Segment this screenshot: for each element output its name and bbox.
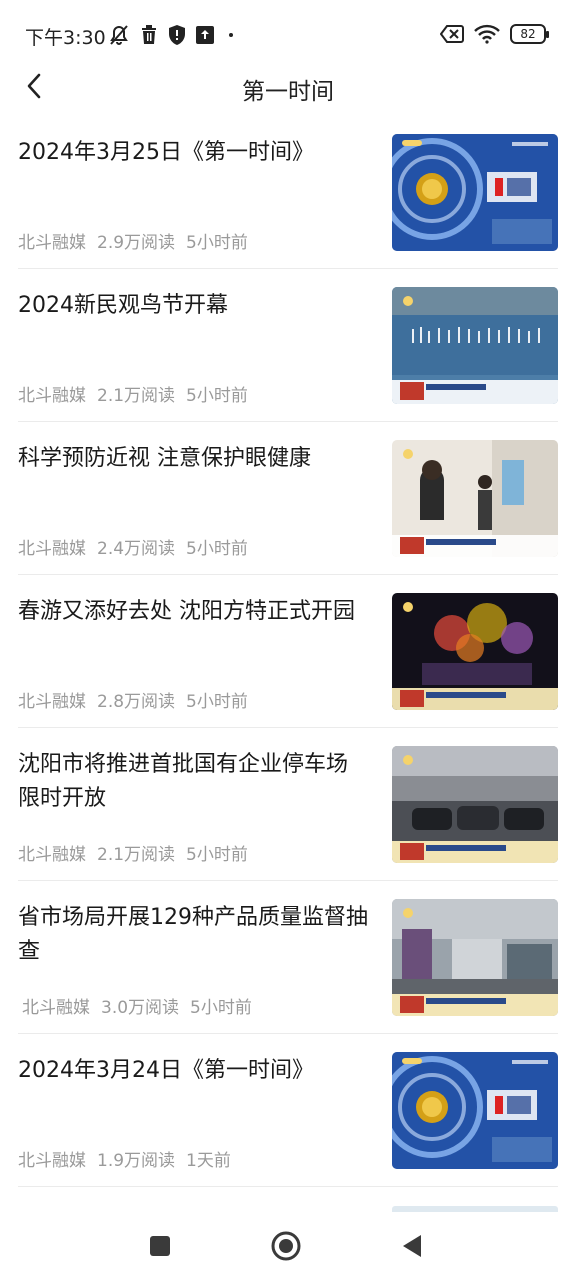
news-meta: 北斗融媒 2.9万阅读 5小时前 (18, 228, 248, 253)
news-item[interactable]: 春游又添好去处 沈阳方特正式开园 北斗融媒 2.8万阅读 5小时前 (18, 575, 558, 728)
news-title: 2024新民观鸟节开幕 (18, 293, 228, 318)
news-item[interactable]: 省市场局开展129种产品质量监督抽查 北斗融媒 3.0万阅读 5小时前 (18, 881, 558, 1034)
home-button[interactable] (266, 1228, 306, 1264)
news-title: 沈阳市将推进首批国有企业停车场限时开放 (18, 752, 349, 811)
nav-back-button[interactable] (392, 1228, 432, 1264)
nav-bar (0, 1210, 576, 1280)
news-meta: 北斗融媒 2.8万阅读 5小时前 (18, 687, 248, 712)
news-source: 北斗融媒 (22, 998, 90, 1018)
news-title: 科学预防近视 注意保护眼健康 (18, 446, 311, 471)
news-thumbnail (392, 593, 558, 710)
status-time: 下午3:30 (25, 27, 106, 49)
status-bar: 下午3:30 82 (0, 0, 576, 64)
news-thumbnail (392, 440, 558, 557)
news-meta: 北斗融媒 2.1万阅读 5小时前 (18, 840, 248, 865)
news-thumbnail (392, 1052, 558, 1169)
news-meta: 北斗融媒 3.0万阅读 5小时前 (22, 993, 252, 1018)
news-time: 5小时前 (190, 998, 252, 1018)
news-source: 北斗融媒 (18, 692, 86, 712)
news-reads: 2.9万阅读 (97, 233, 176, 253)
news-source: 北斗融媒 (18, 845, 86, 865)
wifi-icon (474, 24, 500, 44)
shield-icon (169, 24, 185, 45)
news-time: 1天前 (186, 1151, 231, 1171)
news-source: 北斗融媒 (18, 1151, 86, 1171)
news-meta: 北斗融媒 1.9万阅读 1天前 (18, 1146, 231, 1171)
news-thumbnail (392, 134, 558, 251)
news-source: 北斗融媒 (18, 539, 86, 559)
news-reads: 2.8万阅读 (97, 692, 176, 712)
news-thumbnail (392, 746, 558, 863)
news-reads: 2.1万阅读 (97, 845, 176, 865)
news-item[interactable]: 2024年3月25日《第一时间》 北斗融媒 2.9万阅读 5小时前 (18, 116, 558, 269)
news-meta: 北斗融媒 2.1万阅读 5小时前 (18, 381, 248, 406)
news-title: 省市场局开展129种产品质量监督抽查 (18, 905, 368, 964)
battery-icon: 82 (510, 24, 549, 44)
news-source: 北斗融媒 (18, 233, 86, 253)
news-item[interactable]: 沈阳市将推进首批国有企业停车场限时开放 北斗融媒 2.1万阅读 5小时前 (18, 728, 558, 881)
news-list: 2024年3月25日《第一时间》 北斗融媒 2.9万阅读 5小时前 2024新民… (0, 116, 576, 1187)
news-time: 5小时前 (186, 845, 248, 865)
page-title: 第一时间 (242, 79, 334, 105)
news-thumbnail (392, 287, 558, 404)
sim-off-icon (440, 25, 464, 43)
news-reads: 3.0万阅读 (101, 998, 180, 1018)
news-reads: 1.9万阅读 (97, 1151, 176, 1171)
triangle-back-icon (403, 1235, 421, 1257)
header: 第一时间 (0, 64, 576, 110)
news-time: 5小时前 (186, 539, 248, 559)
trash-icon (142, 25, 156, 44)
news-reads: 2.1万阅读 (97, 386, 176, 406)
dot-icon (229, 33, 233, 37)
recent-apps-button[interactable] (140, 1228, 180, 1264)
news-thumbnail (392, 899, 558, 1016)
square-icon (150, 1236, 170, 1256)
news-item[interactable]: 2024年3月24日《第一时间》 北斗融媒 1.9万阅读 1天前 (18, 1034, 558, 1187)
news-item[interactable]: 科学预防近视 注意保护眼健康 北斗融媒 2.4万阅读 5小时前 (18, 422, 558, 575)
news-time: 5小时前 (186, 386, 248, 406)
news-meta: 北斗融媒 2.4万阅读 5小时前 (18, 534, 248, 559)
news-title: 春游又添好去处 沈阳方特正式开园 (18, 599, 355, 624)
news-item[interactable]: 2024新民观鸟节开幕 北斗融媒 2.1万阅读 5小时前 (18, 269, 558, 422)
circle-icon (271, 1231, 301, 1261)
news-time: 5小时前 (186, 692, 248, 712)
news-time: 5小时前 (186, 233, 248, 253)
news-reads: 2.4万阅读 (97, 539, 176, 559)
news-source: 北斗融媒 (18, 386, 86, 406)
news-title: 2024年3月25日《第一时间》 (18, 140, 314, 165)
mute-icon (110, 25, 128, 45)
news-title: 2024年3月24日《第一时间》 (18, 1058, 314, 1083)
upload-icon (196, 26, 214, 44)
